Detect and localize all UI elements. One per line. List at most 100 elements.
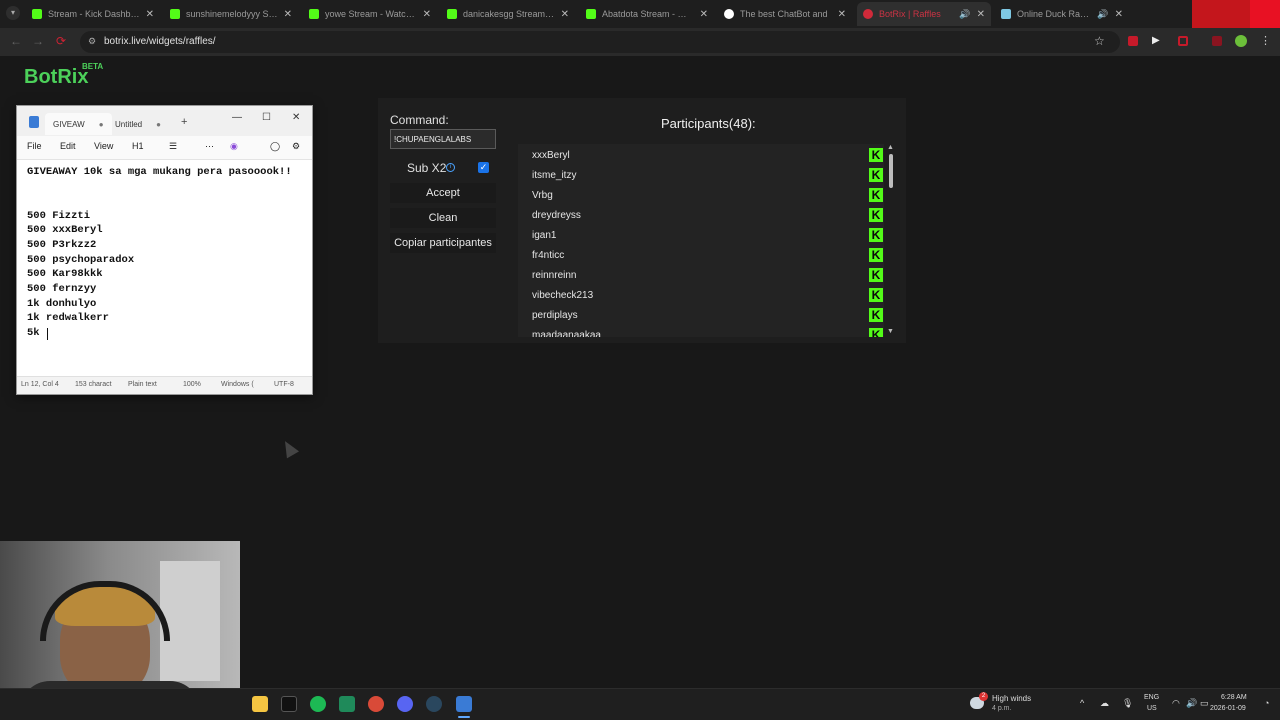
shield-extension-icon[interactable] [1212,36,1222,46]
browser-menu-kebab-icon[interactable]: ⋮ [1260,34,1271,47]
scroll-down-icon[interactable]: ▼ [887,328,894,335]
botrix-icon [863,9,873,19]
volume-icon[interactable]: 🔊 [1186,698,1197,709]
copy-participants-button[interactable]: Copiar participantes [390,233,496,253]
battery-icon[interactable]: ▭ [1200,698,1209,709]
file-explorer-icon[interactable] [252,696,268,712]
notifications-icon[interactable]: ◔ [1264,698,1269,708]
browser-tab-title: Abatdota Stream - Watch [602,9,694,19]
participant-row[interactable]: xxxBeryl K [532,145,883,165]
info-icon[interactable]: i [446,163,455,172]
heading-dropdown[interactable]: H1 [132,141,144,151]
address-bar[interactable]: ⚙ botrix.live/widgets/raffles/ ☆ [80,31,1120,53]
browser-tab[interactable]: Stream - Kick Dashboard ✕ [26,2,160,26]
spotify-icon[interactable] [310,696,326,712]
window-maximize-button[interactable] [1222,0,1250,28]
tab-audio-icon[interactable]: 🔊 [959,9,970,20]
avatar[interactable] [1235,35,1247,47]
browser-tab[interactable]: danicakesgg Stream - Wa ✕ [441,2,575,26]
weather-subtitle: 4 p.m. [992,705,1012,712]
tab-close-icon[interactable]: ✕ [146,9,154,20]
browser-tab[interactable]: The best ChatBot and ✕ [718,2,852,26]
window-minimize-button[interactable] [1192,0,1222,28]
settings-gear-icon[interactable]: ⚙ [292,141,300,152]
browser-tab[interactable]: Abatdota Stream - Watch ✕ [580,2,714,26]
tab-close-icon[interactable]: ✕ [1115,9,1123,20]
site-info-icon[interactable]: ⚙ [88,36,96,47]
cloud-icon[interactable]: ☁ [1100,698,1109,709]
microphone-icon[interactable]: 🎙 [1122,698,1133,709]
participant-row[interactable]: dreydreyss K [532,205,883,225]
record-extension-icon[interactable] [1178,36,1188,46]
chrome-icon[interactable] [368,696,384,712]
command-label: Command: [390,113,449,127]
reload-icon[interactable]: ⟳ [56,34,66,48]
steam-icon[interactable] [426,696,442,712]
extension-icon[interactable] [1128,36,1138,46]
tab-audio-icon[interactable]: 🔊 [1097,9,1108,20]
sub-x2-checkbox[interactable]: ✓ [478,162,489,173]
clock-time[interactable]: 6:28 AM [1221,694,1247,701]
tab-close-icon[interactable]: ✕ [977,9,985,20]
discord-icon[interactable] [397,696,413,712]
participant-row[interactable]: reinnreinn K [532,265,883,285]
browser-tab[interactable]: Online Duck Race Na 🔊 ✕ [995,2,1129,26]
kick-icon [32,9,42,19]
participant-row[interactable]: maadaanaakaa K [532,325,883,337]
notepad-tab-untitled[interactable]: Untitled ● [107,113,169,135]
menu-view[interactable]: View [94,141,113,151]
browser-tab[interactable]: sunshinemelodyyy Stream ✕ [164,2,298,26]
tiktok-icon[interactable] [281,696,297,712]
forward-icon[interactable]: → [32,34,44,48]
tab-close-icon[interactable]: ✕ [838,9,846,20]
media-app-icon[interactable] [339,696,355,712]
account-icon[interactable]: ◯ [270,141,280,152]
notepad-maximize-icon[interactable]: ☐ [262,112,271,123]
bookmark-star-icon[interactable]: ☆ [1094,34,1105,48]
scroll-thumb[interactable] [889,154,893,188]
menu-edit[interactable]: Edit [60,141,76,151]
scroll-up-icon[interactable]: ▲ [887,144,894,151]
tray-overflow-icon[interactable]: ^ [1080,698,1084,708]
browser-tab[interactable]: yowe Stream - Watch Liv ✕ [303,2,437,26]
back-icon[interactable]: ← [10,34,22,48]
kick-icon: K [869,208,883,222]
tab-close-icon[interactable]: ✕ [423,9,431,20]
weather-badge: 2 [979,692,988,701]
play-extension-icon[interactable]: ▶ [1152,35,1160,46]
clean-button[interactable]: Clean [390,208,496,228]
weather-title[interactable]: High winds [992,694,1031,703]
tab-close-icon[interactable]: ✕ [561,9,569,20]
list-dropdown-icon[interactable]: ☰ [169,141,177,152]
command-input[interactable] [390,129,496,149]
menu-file[interactable]: File [27,141,42,151]
participant-row[interactable]: perdiplays K [532,305,883,325]
notepad-tab-giveaw[interactable]: GIVEAW ● [45,113,112,135]
participant-row[interactable]: itsme_itzy K [532,165,883,185]
wifi-icon[interactable]: ◠ [1172,698,1180,709]
kick-icon: K [869,328,883,337]
participant-row[interactable]: Vrbg K [532,185,883,205]
notepad-window: GIVEAW ● Untitled ● + — ☐ ✕ File Edit Vi… [16,105,313,395]
tab-close-icon[interactable]: ✕ [284,9,292,20]
participant-row[interactable]: igan1 K [532,225,883,245]
more-icon[interactable]: ⋯ [205,141,214,152]
notepad-line: 500 xxxBeryl [27,224,103,236]
language-label[interactable]: ENG [1144,694,1159,701]
chatbot-icon [724,9,734,19]
tab-close-icon[interactable]: ✕ [700,9,708,20]
accept-button[interactable]: Accept [390,183,496,203]
participant-row[interactable]: vibecheck213 K [532,285,883,305]
notepad-close-icon[interactable]: ✕ [292,112,300,123]
copilot-icon[interactable]: ◉ [230,141,238,152]
participant-name: reinnreinn [532,269,577,281]
notepad-minimize-icon[interactable]: — [232,112,242,123]
notepad-taskbar-icon[interactable] [456,696,472,712]
new-tab-icon[interactable]: + [181,116,187,128]
botrix-logo[interactable]: BotRix [24,66,88,89]
participants-list[interactable]: xxxBeryl Kitsme_itzy K Vrbg Kdreydreyss Kigan… [518,144,884,337]
participant-row[interactable]: fr4nticc K [532,245,883,265]
window-close-button[interactable] [1250,0,1280,28]
browser-tab[interactable]: BotRix | Raffles 🔊 ✕ [857,2,991,26]
browser-menu-icon[interactable]: ▾ [6,6,20,20]
